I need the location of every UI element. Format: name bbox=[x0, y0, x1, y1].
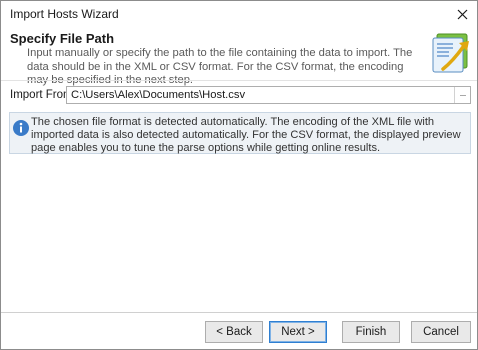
import-path-value[interactable]: C:\Users\Alex\Documents\Host.csv bbox=[71, 89, 245, 101]
cancel-button[interactable]: Cancel bbox=[411, 321, 471, 343]
window-title: Import Hosts Wizard bbox=[10, 7, 119, 21]
finish-button[interactable]: Finish bbox=[342, 321, 400, 343]
info-icon bbox=[13, 120, 29, 136]
page-description: Input manually or specify the path to th… bbox=[27, 47, 413, 86]
browse-button[interactable]: ··· bbox=[454, 87, 470, 103]
back-button[interactable]: < Back bbox=[205, 321, 263, 343]
import-path-field[interactable]: C:\Users\Alex\Documents\Host.csv ··· bbox=[66, 86, 471, 104]
close-button[interactable] bbox=[447, 1, 477, 27]
import-file-icon bbox=[432, 33, 469, 73]
next-button[interactable]: Next > bbox=[269, 321, 327, 343]
page-title: Specify File Path bbox=[10, 31, 115, 46]
close-icon bbox=[457, 9, 467, 19]
header-divider bbox=[1, 80, 477, 81]
wizard-header: Specify File Path Input manually or spec… bbox=[1, 27, 477, 86]
footer-divider bbox=[1, 312, 477, 313]
info-text: The chosen file format is detected autom… bbox=[31, 116, 461, 154]
info-panel: The chosen file format is detected autom… bbox=[9, 112, 471, 154]
title-bar: Import Hosts Wizard bbox=[1, 1, 477, 27]
wizard-window: Import Hosts Wizard Specify File Path In… bbox=[0, 0, 478, 350]
